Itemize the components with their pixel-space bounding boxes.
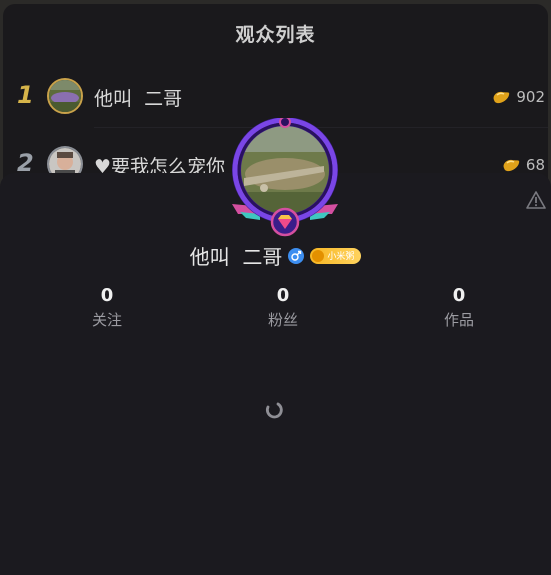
gold-bean-icon [493,91,510,104]
contribution-score: 68 [501,156,545,174]
stat-label: 关注 [91,311,122,329]
rank-number: 1 [17,81,34,109]
viewer-name: 他叫 二哥 [94,88,183,110]
profile-avatar[interactable] [224,116,346,244]
profile-name-row: 他叫 二哥 小米粥 [0,241,551,270]
level-badge: 小米粥 [310,247,362,264]
stat-label: 作品 [443,311,474,329]
stat-value: 0 [100,285,114,306]
warning-triangle-icon[interactable] [526,190,546,210]
contribution-score: 902 [491,88,545,106]
stat-value: 0 [452,285,466,306]
level-badge-text: 小米粥 [327,252,355,262]
stat-value: 0 [276,285,290,306]
stat-following[interactable]: 0 关注 [57,285,157,331]
profile-name: 他叫 二哥 [189,245,283,269]
live-room-screen: 观众列表 1 他叫 二哥 902 2 ♥要我怎么宠你 68 他叫 二哥 小米粥 … [0,0,551,575]
spinner-icon [266,402,283,419]
male-icon [288,247,305,264]
avatar[interactable] [47,78,83,114]
stat-label: 粉丝 [267,311,298,329]
level-mark-icon [312,249,325,262]
stat-fans[interactable]: 0 粉丝 [233,285,333,331]
gold-bean-icon [503,159,520,172]
score-value: 68 [525,156,545,174]
stat-works[interactable]: 0 作品 [409,285,509,331]
profile-stats: 0 关注 0 粉丝 0 作品 [0,285,551,335]
score-value: 902 [516,88,545,106]
viewer-list-title: 观众列表 [235,24,316,46]
